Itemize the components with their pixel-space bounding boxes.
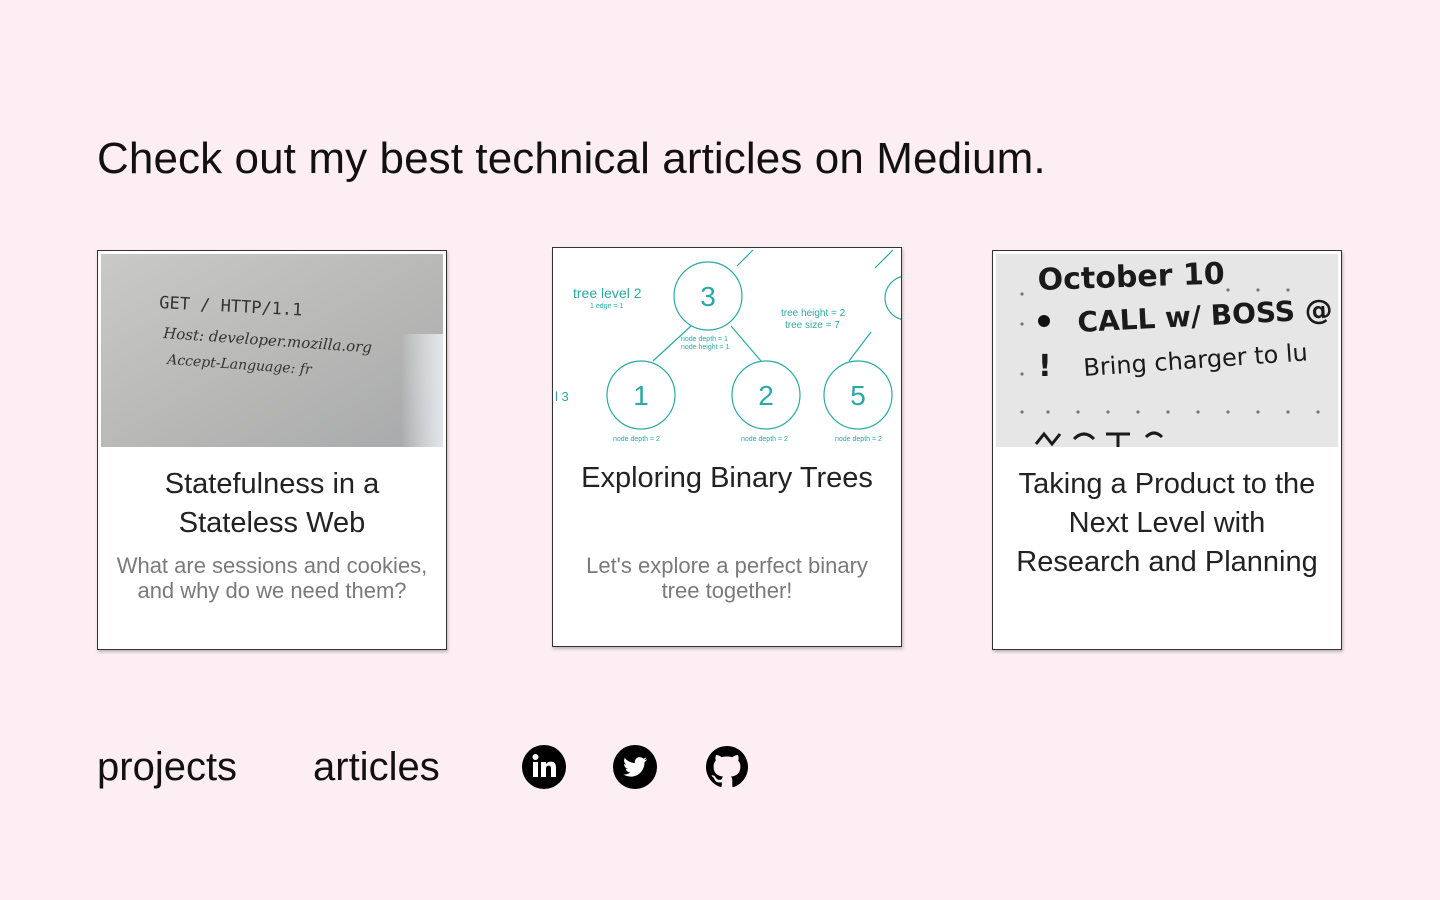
- svg-text:2: 2: [758, 380, 774, 411]
- page-headline: Check out my best technical articles on …: [97, 134, 1046, 183]
- article-title: Exploring Binary Trees: [581, 462, 873, 494]
- svg-text:node depth = 2: node depth = 2: [613, 436, 660, 443]
- github-icon[interactable]: [704, 744, 750, 790]
- article-card-binary-trees[interactable]: tree level 2 1 edge = 1 3 tree height = …: [552, 247, 902, 647]
- svg-text:l 3: l 3: [555, 389, 569, 404]
- article-title: Statefulness in a Stateless Web: [164, 468, 380, 539]
- article-thumbnail-http-note: GET / HTTP/1.1 Host: developer.mozilla.o…: [101, 254, 443, 447]
- svg-text:node height = 1: node height = 1: [681, 344, 730, 351]
- svg-text:tree height = 2: tree height = 2: [781, 308, 846, 319]
- nav-link-projects[interactable]: projects: [97, 744, 237, 790]
- linkedin-icon[interactable]: [521, 744, 567, 790]
- article-card-statefulness[interactable]: GET / HTTP/1.1 Host: developer.mozilla.o…: [97, 250, 447, 650]
- article-description: Let's explore a perfect binary tree toge…: [586, 553, 868, 603]
- nav-link-articles[interactable]: articles: [313, 744, 440, 790]
- svg-text:1: 1: [633, 380, 649, 411]
- page: Check out my best technical articles on …: [0, 0, 1440, 900]
- article-thumbnail-notebook: October 10 CALL w/ BOSS @ ! Bring charge…: [996, 254, 1338, 447]
- article-card-product-research[interactable]: October 10 CALL w/ BOSS @ ! Bring charge…: [992, 250, 1342, 650]
- svg-text:!: !: [1038, 349, 1052, 384]
- svg-text:October 10: October 10: [1037, 256, 1225, 298]
- svg-text:5: 5: [850, 380, 866, 411]
- article-title: Taking a Product to the Next Level with …: [1016, 468, 1318, 578]
- svg-text:1 edge = 1: 1 edge = 1: [590, 303, 623, 310]
- svg-text:3: 3: [700, 281, 716, 312]
- article-description: What are sessions and cookies, and why d…: [116, 553, 428, 603]
- svg-text:tree size = 7: tree size = 7: [785, 320, 840, 331]
- svg-text:node depth = 2: node depth = 2: [835, 436, 882, 443]
- article-thumbnail-binary-tree: tree level 2 1 edge = 1 3 tree height = …: [553, 248, 901, 444]
- twitter-icon[interactable]: [612, 744, 658, 790]
- svg-text:node depth = 1: node depth = 1: [681, 336, 728, 343]
- svg-text:tree level 2: tree level 2: [573, 285, 642, 301]
- svg-text:node depth = 2: node depth = 2: [741, 436, 788, 443]
